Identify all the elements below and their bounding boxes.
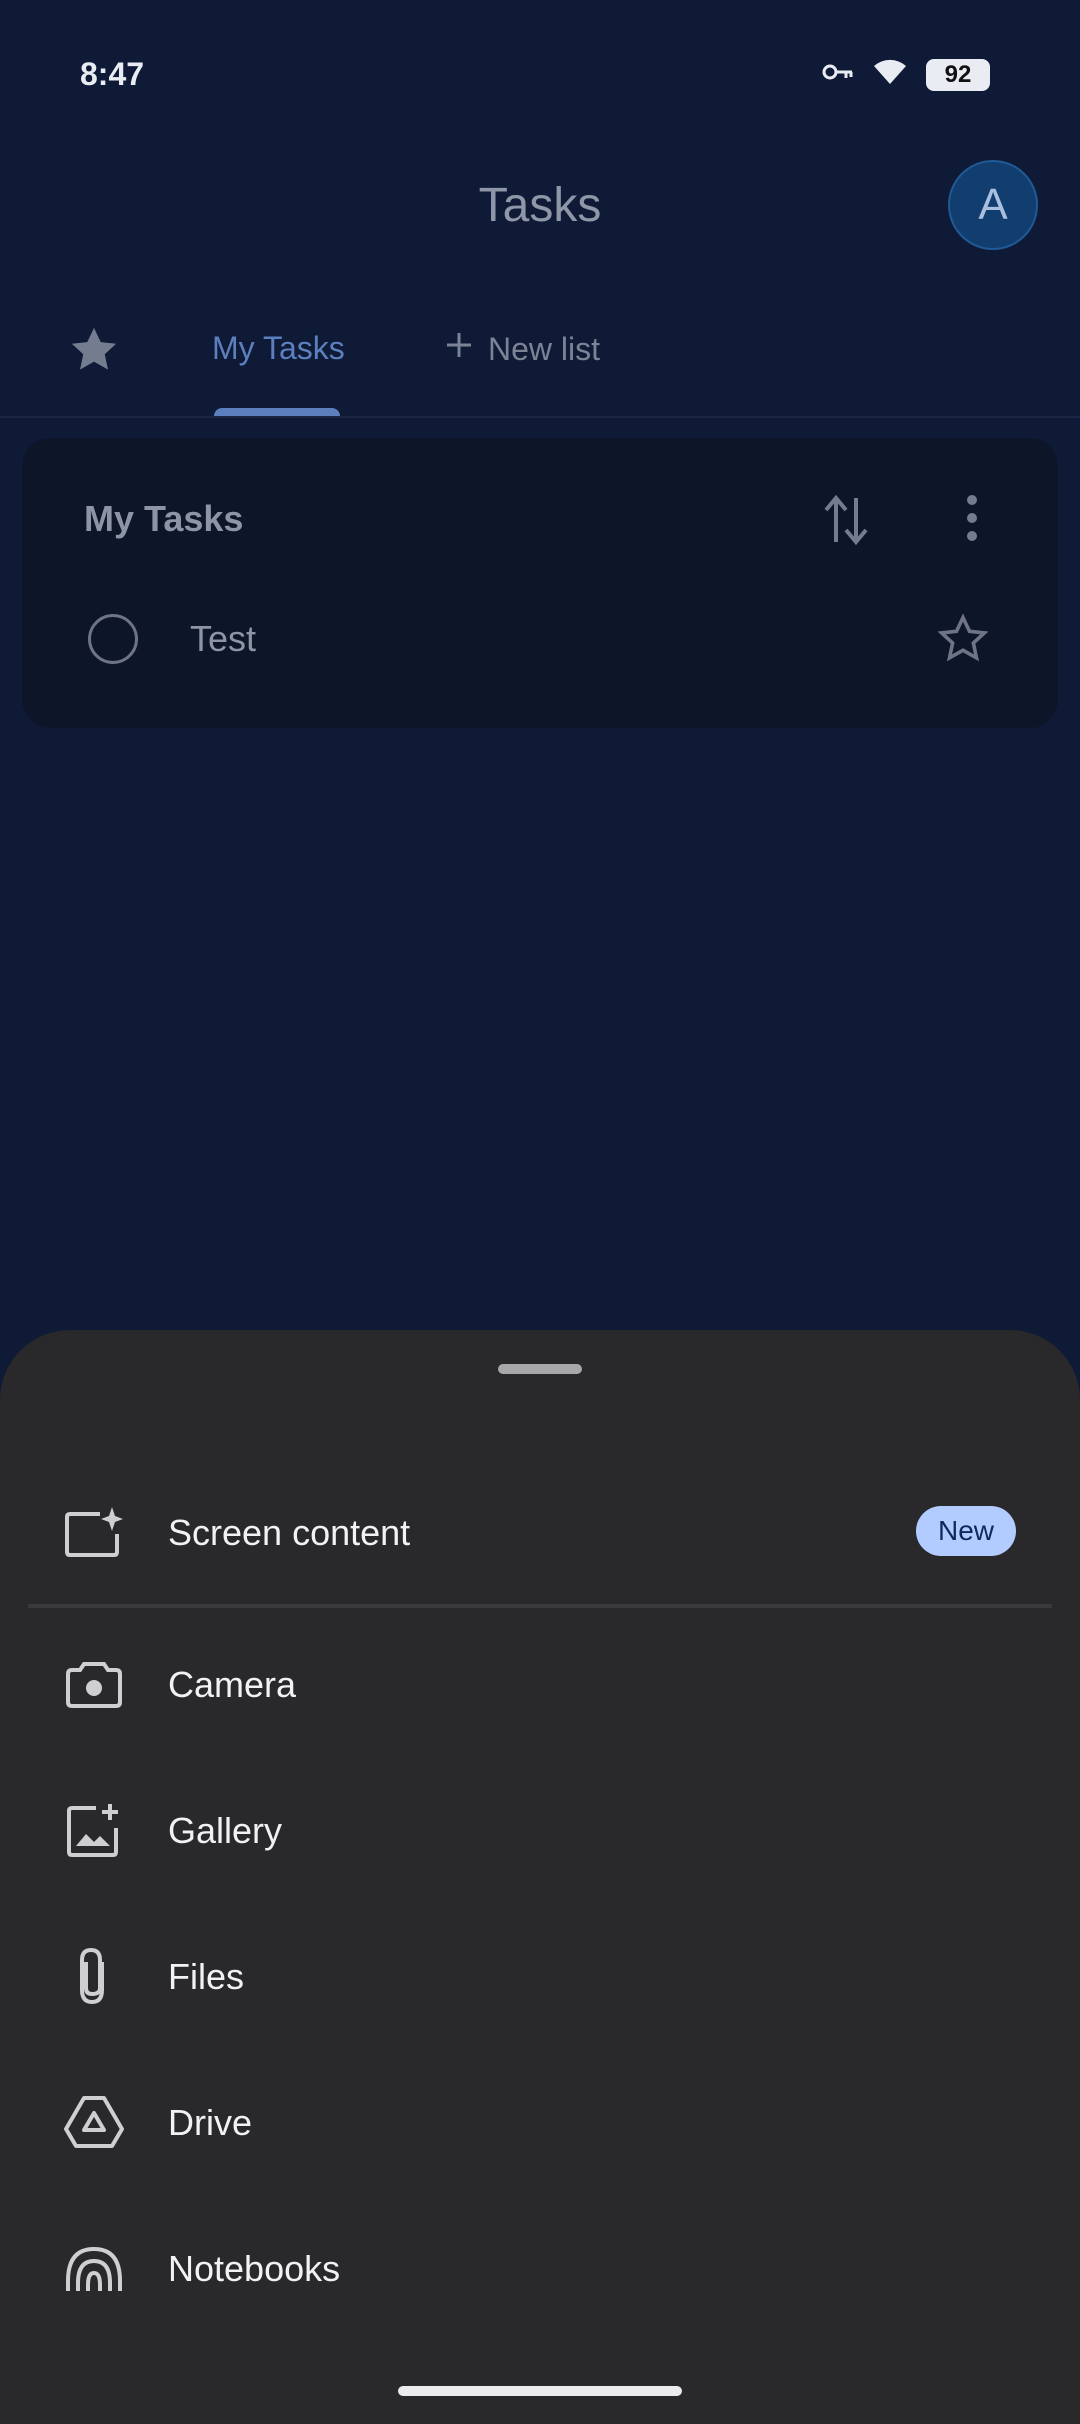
notebooks-option[interactable]: Notebooks [0, 2206, 1080, 2326]
status-time: 8:47 [80, 56, 145, 92]
attachment-bottom-sheet: Screen content New Camera Gallery Files … [0, 1330, 1080, 2424]
gallery-icon [62, 1798, 126, 1862]
app-bar: Tasks A [0, 150, 1080, 260]
divider [28, 1604, 1052, 1608]
sort-button[interactable] [822, 492, 870, 553]
gallery-label: Gallery [168, 1810, 283, 1851]
drag-handle[interactable] [498, 1364, 582, 1374]
task-star-button[interactable] [936, 612, 990, 671]
new-list-button[interactable]: New list [444, 330, 600, 368]
avatar[interactable]: A [948, 160, 1038, 250]
notebooks-icon [62, 2236, 126, 2300]
tab-indicator [214, 408, 340, 416]
task-item[interactable]: Test [22, 608, 1058, 708]
drive-option[interactable]: Drive [0, 2060, 1080, 2180]
swap-vertical-icon [822, 494, 870, 552]
drive-icon [62, 2090, 126, 2154]
vpn-key-icon [822, 62, 854, 87]
star-filled-icon [66, 327, 122, 382]
tab-starred[interactable] [66, 322, 122, 383]
files-label: Files [168, 1956, 245, 1997]
star-outline-icon [936, 613, 990, 670]
files-option[interactable]: Files [0, 1914, 1080, 2034]
battery-icon: 92 [926, 58, 990, 91]
camera-icon [62, 1652, 126, 1716]
new-badge: New [915, 1506, 1016, 1556]
status-bar: 8:47 92 [0, 0, 1080, 150]
task-title: Test [190, 618, 257, 659]
more-options-button[interactable] [962, 492, 982, 549]
camera-label: Camera [168, 1664, 297, 1705]
notebooks-label: Notebooks [168, 2248, 341, 2289]
drive-label: Drive [168, 2102, 253, 2143]
gallery-option[interactable]: Gallery [0, 1768, 1080, 1888]
task-checkbox[interactable] [88, 614, 138, 664]
more-vert-icon [962, 495, 982, 548]
screen-content-label: Screen content [168, 1512, 411, 1553]
screen-content-icon [62, 1500, 126, 1564]
list-title: My Tasks [84, 498, 244, 539]
paperclip-icon [62, 1944, 126, 2008]
tab-my-tasks[interactable]: My Tasks [212, 330, 345, 367]
wifi-icon [872, 58, 908, 91]
list-tabs: My Tasks New list [0, 300, 1080, 418]
status-icons: 92 [822, 58, 990, 91]
task-list-card: My Tasks Test [22, 438, 1058, 728]
home-indicator[interactable] [398, 2386, 682, 2396]
new-list-label: New list [488, 330, 601, 367]
page-title: Tasks [478, 179, 602, 232]
camera-option[interactable]: Camera [0, 1622, 1080, 1742]
plus-icon [444, 330, 474, 368]
screen-content-option[interactable]: Screen content New [0, 1470, 1080, 1590]
